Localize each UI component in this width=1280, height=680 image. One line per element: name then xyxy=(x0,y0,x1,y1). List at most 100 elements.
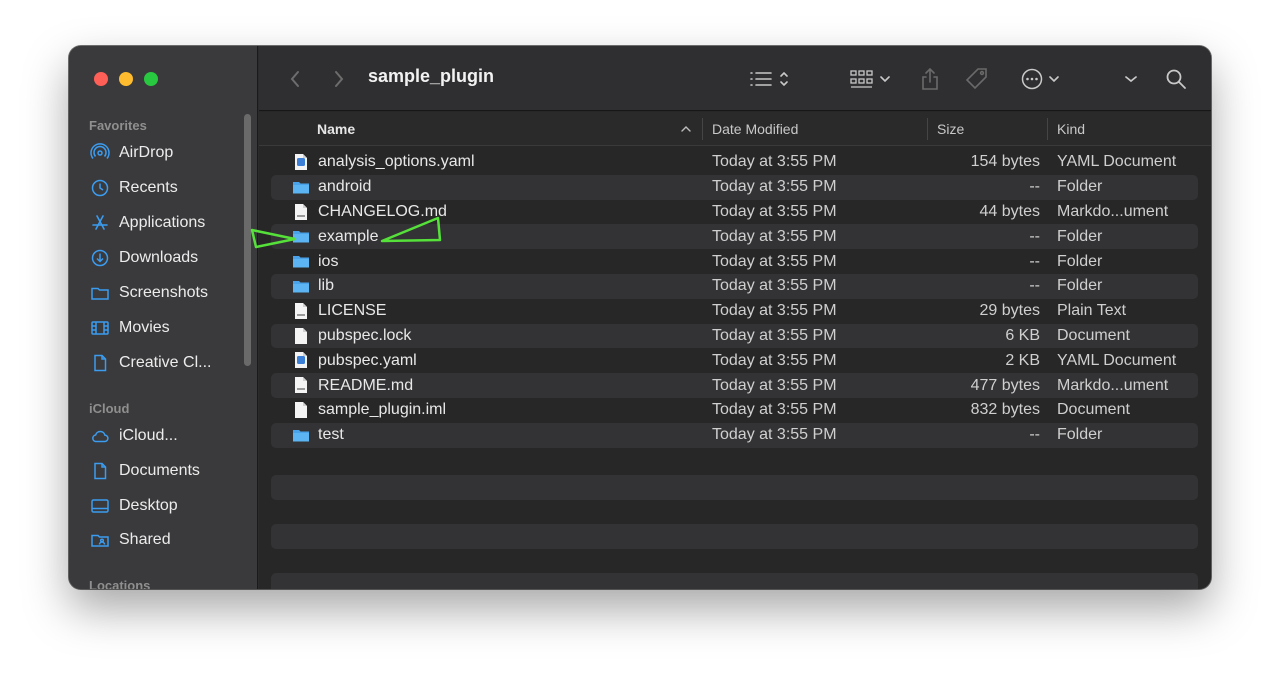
sidebar-item-icloud-drive[interactable]: iCloud... xyxy=(90,423,250,449)
document-icon xyxy=(90,461,110,481)
back-button[interactable] xyxy=(285,66,305,92)
zoom-button[interactable] xyxy=(144,72,158,86)
folder-icon xyxy=(292,426,310,444)
file-size: -- xyxy=(1029,426,1040,444)
close-button[interactable] xyxy=(94,72,108,86)
file-name: example xyxy=(318,227,379,245)
applications-icon xyxy=(90,213,110,233)
sort-ascending-icon xyxy=(681,112,691,146)
sidebar-item-desktop[interactable]: Desktop xyxy=(90,493,250,519)
more-actions-button[interactable] xyxy=(1017,66,1063,92)
file-list: analysis_options.yaml Today at 3:55 PM 154… xyxy=(271,150,1198,448)
sidebar-scrollbar[interactable] xyxy=(244,114,251,366)
ellipsis-circle-icon xyxy=(1021,68,1043,90)
sidebar-item-label: Applications xyxy=(119,214,206,231)
file-size: -- xyxy=(1029,252,1040,270)
file-row[interactable]: analysis_options.yaml Today at 3:55 PM 154… xyxy=(271,150,1198,175)
search-button[interactable] xyxy=(1164,66,1188,92)
sidebar-item-label: Creative Cl... xyxy=(119,354,212,371)
icloud-section-label: iCloud xyxy=(89,401,130,416)
document-file-icon xyxy=(292,327,310,345)
file-name: test xyxy=(318,426,344,444)
document-icon xyxy=(90,353,110,373)
forward-button[interactable] xyxy=(329,66,349,92)
column-divider[interactable] xyxy=(927,118,928,140)
file-row[interactable]: sample_plugin.iml Today at 3:55 PM 832 byt… xyxy=(271,398,1198,423)
file-row[interactable]: ios Today at 3:55 PM -- Folder xyxy=(271,249,1198,274)
share-button[interactable] xyxy=(919,66,941,92)
folder-icon xyxy=(292,227,310,245)
file-date-modified: Today at 3:55 PM xyxy=(712,376,837,394)
sidebar-item-label: iCloud... xyxy=(119,427,178,444)
file-name: android xyxy=(318,178,372,196)
file-name: ios xyxy=(318,252,339,270)
empty-row-band xyxy=(271,573,1198,589)
file-date-modified: Today at 3:55 PM xyxy=(712,178,837,196)
column-header-date-modified[interactable]: Date Modified xyxy=(712,112,798,146)
file-row[interactable]: example Today at 3:55 PM -- Folder xyxy=(271,224,1198,250)
file-name: pubspec.yaml xyxy=(318,351,417,369)
folder-icon xyxy=(292,277,310,295)
file-kind: Folder xyxy=(1057,277,1103,295)
file-date-modified: Today at 3:55 PM xyxy=(712,227,837,245)
sidebar-item-creative-cloud[interactable]: Creative Cl... xyxy=(90,350,250,376)
clock-icon xyxy=(90,178,110,198)
column-divider[interactable] xyxy=(1047,118,1048,140)
folder-icon xyxy=(292,252,310,270)
empty-row-band xyxy=(271,524,1198,549)
file-kind: YAML Document xyxy=(1057,351,1177,369)
favorites-section-label: Favorites xyxy=(89,118,147,133)
file-name: lib xyxy=(318,277,335,295)
sidebar: Favorites AirDrop Recents Applications D… xyxy=(69,46,258,589)
file-name: CHANGELOG.md xyxy=(318,202,447,220)
file-row[interactable]: pubspec.lock Today at 3:55 PM 6 KB Document xyxy=(271,323,1198,349)
tag-icon xyxy=(965,67,989,91)
cloud-icon xyxy=(90,426,110,446)
list-view-icon xyxy=(749,70,773,88)
folder-icon xyxy=(90,283,110,303)
sidebar-item-documents[interactable]: Documents xyxy=(90,458,250,484)
sidebar-item-label: Documents xyxy=(119,462,200,479)
updown-chevron-icon xyxy=(779,70,789,88)
file-row[interactable]: test Today at 3:55 PM -- Folder xyxy=(271,422,1198,448)
column-header-kind[interactable]: Kind xyxy=(1057,112,1085,146)
file-name: sample_plugin.iml xyxy=(318,401,447,419)
file-kind: Document xyxy=(1057,401,1130,419)
tag-button[interactable] xyxy=(965,66,989,92)
file-name: README.md xyxy=(318,376,414,394)
sidebar-item-label: AirDrop xyxy=(119,144,174,161)
sidebar-item-recents[interactable]: Recents xyxy=(90,175,250,201)
sidebar-item-label: Screenshots xyxy=(119,284,208,301)
column-divider[interactable] xyxy=(702,118,703,140)
window-title: sample_plugin xyxy=(368,66,495,86)
file-date-modified: Today at 3:55 PM xyxy=(712,326,837,344)
group-button[interactable] xyxy=(847,66,893,92)
file-size: 29 bytes xyxy=(979,302,1040,320)
overflow-button[interactable] xyxy=(1123,66,1139,92)
sidebar-item-screenshots[interactable]: Screenshots xyxy=(90,280,250,306)
file-kind: Folder xyxy=(1057,252,1103,270)
file-row[interactable]: lib Today at 3:55 PM -- Folder xyxy=(271,273,1198,299)
file-kind: Markdo...ument xyxy=(1057,202,1169,220)
minimize-button[interactable] xyxy=(119,72,133,86)
sidebar-item-movies[interactable]: Movies xyxy=(90,315,250,341)
sidebar-item-downloads[interactable]: Downloads xyxy=(90,245,250,271)
sidebar-item-airdrop[interactable]: AirDrop xyxy=(90,140,250,166)
file-row[interactable]: README.md Today at 3:55 PM 477 bytes Markdo… xyxy=(271,373,1198,398)
column-header-size[interactable]: Size xyxy=(937,112,964,146)
sidebar-item-shared[interactable]: Shared xyxy=(90,527,250,553)
sidebar-item-applications[interactable]: Applications xyxy=(90,210,250,236)
file-row[interactable]: android Today at 3:55 PM -- Folder xyxy=(271,174,1198,200)
file-row[interactable]: CHANGELOG.md Today at 3:55 PM 44 bytes Mark… xyxy=(271,200,1198,225)
view-options-button[interactable] xyxy=(745,66,793,92)
markdown-file-icon xyxy=(292,376,310,394)
grid-icon xyxy=(850,69,874,89)
file-row[interactable]: pubspec.yaml Today at 3:55 PM 2 KB YAML Doc… xyxy=(271,348,1198,373)
column-header-bar: Name Date Modified Size Kind xyxy=(259,112,1211,146)
file-row[interactable]: LICENSE Today at 3:55 PM 29 bytes Plain Tex… xyxy=(271,299,1198,324)
file-date-modified: Today at 3:55 PM xyxy=(712,302,837,320)
file-date-modified: Today at 3:55 PM xyxy=(712,401,837,419)
column-header-name[interactable]: Name xyxy=(317,112,355,146)
search-icon xyxy=(1165,68,1187,90)
chevron-down-icon xyxy=(1049,75,1059,83)
